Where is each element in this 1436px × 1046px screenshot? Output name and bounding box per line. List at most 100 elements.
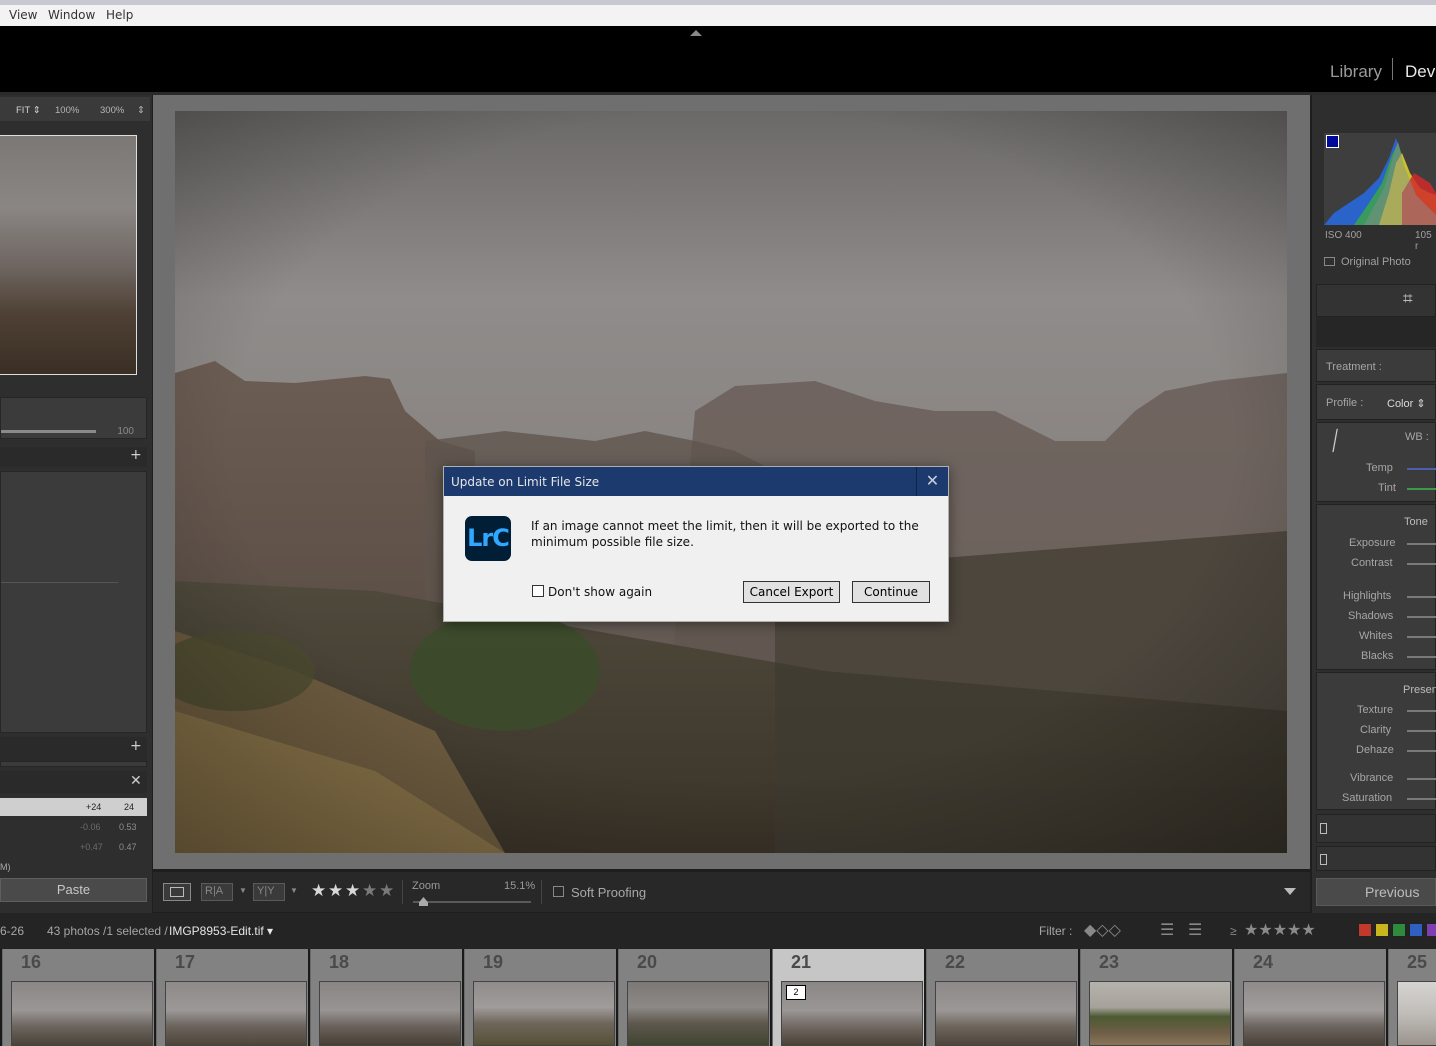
tone-heading: Tone <box>1404 516 1428 528</box>
vibrance-label: Vibrance <box>1350 772 1394 784</box>
thumbnail[interactable] <box>11 981 153 1046</box>
whites-slider[interactable] <box>1407 636 1436 638</box>
menu-window[interactable]: Window <box>48 8 95 22</box>
thumbnail[interactable] <box>1397 981 1436 1046</box>
zoom-slider[interactable] <box>413 901 531 903</box>
thumbnail[interactable] <box>165 981 307 1046</box>
amount-value: 100 <box>117 426 134 437</box>
star-3[interactable]: ★ <box>345 881 360 901</box>
dont-show-again-checkbox[interactable] <box>532 585 544 597</box>
toolbar-menu-icon[interactable] <box>1284 888 1296 895</box>
exposure-slider[interactable] <box>1407 543 1436 545</box>
rating-operator[interactable]: ≥ <box>1230 924 1237 938</box>
dont-show-again-label[interactable]: Don't show again <box>548 585 652 599</box>
zoom-slider-thumb[interactable] <box>419 897 428 906</box>
thumbnail[interactable] <box>935 981 1077 1046</box>
chevron-down-icon[interactable]: ▼ <box>290 886 298 895</box>
continue-button[interactable]: Continue <box>852 581 930 603</box>
paste-button[interactable]: Paste <box>0 878 147 902</box>
flag-filter-icon[interactable]: ◆◇◇ <box>1084 920 1121 939</box>
color-label-swatch[interactable] <box>1358 923 1372 937</box>
filmstrip-cell[interactable]: 17 <box>156 949 308 1046</box>
thumbnail[interactable] <box>319 981 461 1046</box>
collapse-top-panel-icon[interactable] <box>690 30 702 36</box>
cancel-export-button[interactable]: Cancel Export <box>743 581 840 603</box>
before-after-button[interactable]: R|A <box>201 883 233 901</box>
collapsed-panel-hsl[interactable] <box>1316 846 1436 871</box>
zoom-fit[interactable]: FIT ⇕ <box>16 105 41 116</box>
shadow-clipping-indicator[interactable] <box>1326 135 1339 148</box>
clear-history-icon[interactable]: ✕ <box>130 773 142 789</box>
star-4[interactable]: ★ <box>362 881 377 901</box>
selected-filename[interactable]: IMGP8953-Edit.tif ▾ <box>169 924 273 938</box>
zoom-menu-icon[interactable]: ⇕ <box>137 105 145 116</box>
tint-slider[interactable] <box>1407 488 1436 490</box>
add-snapshot-icon[interactable]: + <box>130 447 142 463</box>
contrast-slider[interactable] <box>1407 563 1436 565</box>
history-row[interactable]: -0.06 0.53 <box>0 818 147 836</box>
module-library[interactable]: Library <box>1330 62 1382 82</box>
history-row[interactable]: +24 24 <box>0 798 147 816</box>
filmstrip-cell[interactable]: 25 <box>1388 949 1436 1046</box>
star-1[interactable]: ★ <box>311 881 326 901</box>
star-2[interactable]: ★ <box>328 881 343 901</box>
texture-slider[interactable] <box>1407 710 1436 712</box>
filmstrip-cell[interactable]: 22 <box>926 949 1078 1046</box>
menu-view[interactable]: View <box>9 8 37 22</box>
filmstrip-cell[interactable]: 16 <box>2 949 154 1046</box>
thumbnail[interactable] <box>1089 981 1231 1046</box>
blacks-slider[interactable] <box>1407 656 1436 658</box>
saturation-slider[interactable] <box>1407 798 1436 800</box>
thumbnail[interactable] <box>473 981 615 1046</box>
clarity-slider[interactable] <box>1407 730 1436 732</box>
vibrance-slider[interactable] <box>1407 778 1436 780</box>
edit-filter-icon[interactable]: ☰ <box>1160 920 1174 939</box>
menu-help[interactable]: Help <box>106 8 133 22</box>
color-label-swatch[interactable] <box>1409 923 1423 937</box>
star-5[interactable]: ★ <box>379 881 394 901</box>
navigator-preview[interactable] <box>0 135 137 375</box>
unedited-filter-icon[interactable]: ☰ <box>1188 920 1202 939</box>
rating-filter-stars[interactable]: ★★★★★ <box>1244 920 1316 939</box>
filmstrip-cell[interactable]: 21 2 <box>772 949 924 1046</box>
filmstrip-cell[interactable]: 24 <box>1234 949 1386 1046</box>
thumbnail[interactable] <box>627 981 769 1046</box>
thumbnail[interactable] <box>1243 981 1385 1046</box>
profile-dropdown[interactable]: Color ⇕ <box>1387 397 1426 410</box>
chevron-down-icon[interactable]: ▼ <box>239 886 247 895</box>
filmstrip-cell[interactable]: 20 <box>618 949 770 1046</box>
crop-icon[interactable]: ⌗ <box>1403 289 1413 309</box>
shadows-slider[interactable] <box>1407 616 1436 618</box>
zoom-300[interactable]: 300% <box>100 105 124 116</box>
module-develop[interactable]: Deve <box>1405 62 1436 82</box>
virtual-copy-badge: 2 <box>786 985 806 1000</box>
filmstrip-cell[interactable]: 23 <box>1080 949 1232 1046</box>
thumbnail[interactable]: 2 <box>781 981 923 1046</box>
filmstrip-cell[interactable]: 19 <box>464 949 616 1046</box>
eyedropper-icon[interactable]: ⟋ <box>1321 425 1350 458</box>
history-row[interactable]: +0.47 0.47 <box>0 838 147 856</box>
collapsed-panel-tone-curve[interactable] <box>1316 814 1436 843</box>
history-row[interactable]: M) <box>0 858 147 876</box>
color-label-swatch[interactable] <box>1426 923 1436 937</box>
panel-switch-icon[interactable] <box>1320 823 1327 834</box>
yy-view-button[interactable]: Y|Y <box>253 883 285 901</box>
panel-switch-icon[interactable] <box>1320 854 1327 865</box>
dehaze-slider[interactable] <box>1407 750 1436 752</box>
temp-slider[interactable] <box>1407 468 1436 470</box>
histogram[interactable] <box>1324 133 1436 225</box>
soft-proofing-checkbox[interactable] <box>553 886 564 897</box>
add-collection-icon[interactable]: + <box>130 738 142 754</box>
previous-button[interactable]: Previous <box>1316 878 1436 906</box>
color-label-swatch[interactable] <box>1392 923 1406 937</box>
original-photo-checkbox[interactable] <box>1324 257 1335 266</box>
highlights-slider[interactable] <box>1407 596 1436 598</box>
filmstrip-cell[interactable]: 18 <box>310 949 462 1046</box>
close-icon[interactable]: ✕ <box>916 467 948 496</box>
loupe-view-button[interactable] <box>163 883 191 901</box>
presence-heading: Presenc <box>1403 684 1436 696</box>
original-photo-toggle[interactable]: Original Photo <box>1324 256 1411 268</box>
amount-slider[interactable] <box>1 430 96 433</box>
zoom-100[interactable]: 100% <box>55 105 79 116</box>
color-label-swatch[interactable] <box>1375 923 1389 937</box>
